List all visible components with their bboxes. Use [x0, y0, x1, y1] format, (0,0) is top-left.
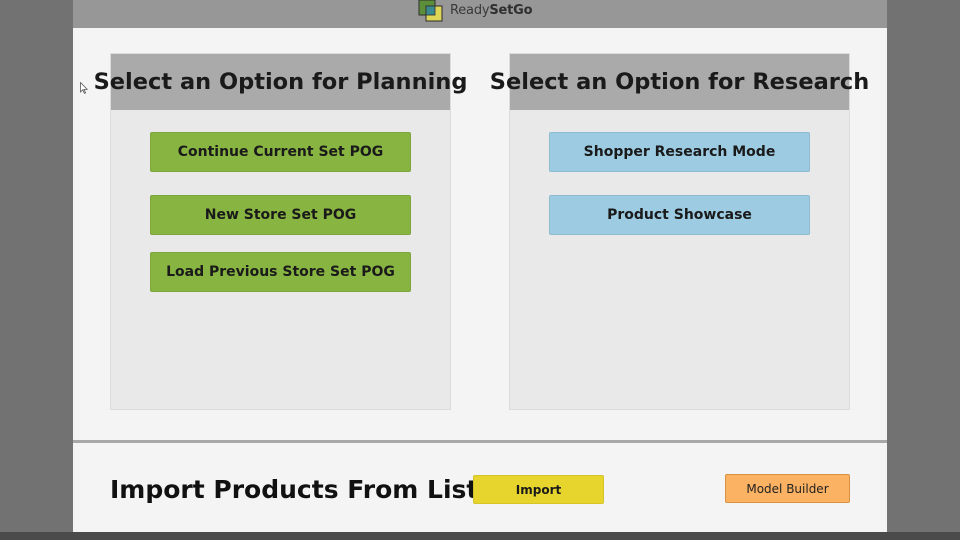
product-showcase-button[interactable]: Product Showcase — [549, 195, 810, 235]
mouse-pointer-icon — [80, 82, 88, 94]
import-button[interactable]: Import — [473, 475, 604, 504]
logo-text-bold: SetGo — [489, 3, 533, 18]
load-previous-store-set-pog-button[interactable]: Load Previous Store Set POG — [150, 252, 411, 292]
new-store-set-pog-button[interactable]: New Store Set POG — [150, 195, 411, 235]
overlapping-squares-logo-icon — [418, 0, 443, 22]
planning-panel: Select an Option for Planning Continue C… — [94, 53, 467, 410]
app-logo: ReadySetGo — [418, 0, 533, 22]
header-bar: ReadySetGo — [73, 0, 887, 28]
research-panel-title: Select an Option for Research — [490, 54, 869, 110]
section-divider — [73, 440, 887, 443]
continue-current-set-pog-button[interactable]: Continue Current Set POG — [150, 132, 411, 172]
app-window: ReadySetGo Select an Option for Planning… — [73, 0, 887, 532]
logo-text: ReadySetGo — [450, 1, 533, 21]
bottom-bar — [0, 532, 960, 540]
research-panel: Select an Option for Research Shopper Re… — [490, 53, 869, 410]
shopper-research-mode-button[interactable]: Shopper Research Mode — [549, 132, 810, 172]
planning-panel-title: Select an Option for Planning — [94, 54, 467, 110]
model-builder-button[interactable]: Model Builder — [725, 474, 850, 503]
import-section-title: Import Products From List — [110, 475, 479, 504]
logo-text-regular: Ready — [450, 3, 490, 18]
